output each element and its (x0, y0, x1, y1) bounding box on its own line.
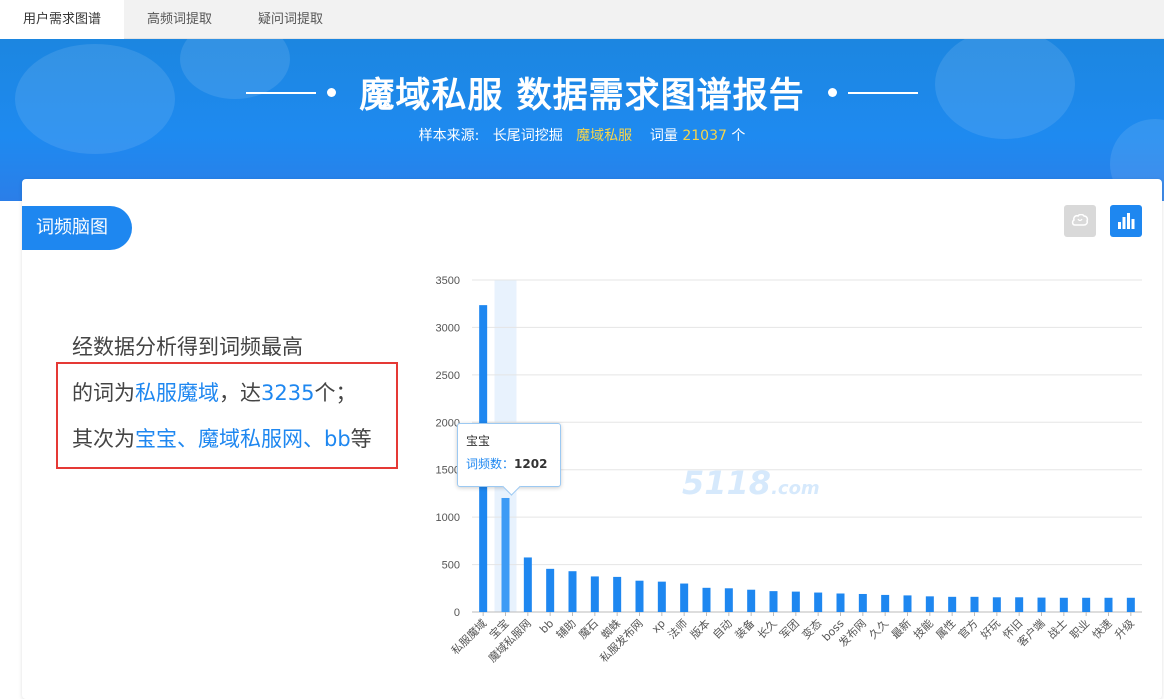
bar[interactable] (903, 595, 912, 612)
bar[interactable] (814, 592, 823, 612)
x-tick-label: 最新 (888, 616, 913, 641)
tab-bar: 用户需求图谱 高频词提取 疑问词提取 (0, 0, 1164, 39)
bar[interactable] (1059, 597, 1068, 612)
bar[interactable] (523, 557, 532, 612)
bar[interactable] (925, 596, 934, 612)
bar-chart-icon (1118, 213, 1135, 229)
bar[interactable] (546, 568, 555, 612)
bar[interactable] (836, 593, 845, 612)
x-tick-label: 职业 (1068, 617, 1093, 642)
bar[interactable] (1037, 597, 1046, 612)
bar[interactable] (657, 581, 666, 612)
x-tick-label: 装备 (732, 616, 757, 641)
report-banner: 魔域私服 数据需求图谱报告 样本来源: 长尾词挖掘 魔域私服 词量 21037 … (0, 39, 1164, 201)
bar[interactable] (769, 591, 778, 612)
y-tick-label: 3000 (436, 322, 460, 334)
title-decoration-left (246, 91, 317, 94)
bar-tooltip: 宝宝 词频数：1202 (457, 423, 561, 487)
bar[interactable] (747, 589, 756, 612)
tab-question-words[interactable]: 疑问词提取 (235, 0, 346, 39)
y-tick-label: 1000 (436, 512, 460, 524)
x-tick-label: 长久 (755, 617, 780, 642)
tab-user-demand-graph[interactable]: 用户需求图谱 (0, 0, 125, 39)
title-dot-left (327, 88, 337, 97)
watermark-suffix: .com (771, 478, 820, 499)
y-tick-label: 500 (442, 560, 460, 572)
x-tick-label: 技能 (910, 616, 935, 641)
brain-view-button[interactable] (1064, 205, 1096, 237)
page-title: 魔域私服 数据需求图谱报告 (359, 76, 805, 116)
x-tick-label: 军团 (777, 617, 802, 642)
title-decoration-right (847, 91, 918, 94)
tooltip-word: 宝宝 (466, 434, 491, 448)
x-tick-label: 法师 (665, 616, 690, 641)
x-tick-label: 好玩 (977, 616, 1002, 641)
bar[interactable] (1082, 597, 1091, 612)
bar[interactable] (568, 571, 577, 612)
bar[interactable] (501, 497, 510, 612)
bar[interactable] (702, 587, 711, 612)
x-tick-label: 变态 (799, 616, 824, 641)
x-tick-label: 版本 (687, 616, 712, 641)
count-value: 21037 (682, 128, 727, 144)
source-label: 样本来源: (418, 128, 480, 144)
x-tick-label: 魔石 (575, 616, 600, 641)
x-tick-label: 魔域私服网 (485, 616, 534, 665)
bar[interactable] (881, 594, 890, 612)
tooltip-value: 1202 (514, 457, 548, 471)
card-label: 词频脑图 (22, 206, 132, 250)
source-value: 长尾词挖掘 (492, 128, 563, 144)
title-dot-right (827, 88, 837, 97)
bar[interactable] (613, 576, 622, 612)
x-tick-label: 久久 (867, 617, 892, 642)
x-tick-label: 私服魔域 (448, 616, 489, 657)
y-tick-label: 2500 (436, 370, 460, 382)
watermark-text: 5118 (682, 464, 772, 502)
bar[interactable] (1104, 597, 1113, 612)
count-label: 词量 (649, 128, 678, 144)
banner-title-row: 魔域私服 数据需求图谱报告 (0, 67, 1164, 118)
bar[interactable] (1126, 597, 1135, 612)
bar-chart-view-button[interactable] (1110, 205, 1142, 237)
brain-icon (1071, 214, 1089, 226)
keyword-highlight: 魔域私服 (576, 128, 633, 144)
bar[interactable] (858, 593, 867, 612)
x-tick-label: 官方 (955, 616, 980, 641)
x-tick-label: 升级 (1112, 617, 1137, 642)
word-frequency-card: 词频脑图 经数据分析得到词频最高 的词为私服魔域，达3235个； 其次为宝宝、魔… (22, 179, 1162, 699)
bar[interactable] (791, 591, 800, 612)
bar[interactable] (635, 580, 644, 612)
bar[interactable] (992, 597, 1001, 612)
bar[interactable] (590, 576, 599, 612)
bar[interactable] (1015, 597, 1024, 612)
bar[interactable] (724, 588, 733, 612)
x-tick-label: 属性 (933, 616, 958, 641)
watermark-logo: 5118.com (682, 464, 820, 502)
bar[interactable] (680, 583, 689, 612)
x-tick-label: 私服发布网 (597, 616, 646, 665)
y-tick-label: 0 (454, 607, 460, 619)
y-tick-label: 3500 (436, 275, 460, 287)
bar[interactable] (970, 596, 979, 612)
tooltip-value-row: 词频数：1202 (466, 455, 552, 472)
x-tick-label: 自动 (710, 617, 735, 642)
x-tick-label: 战士 (1045, 617, 1070, 642)
banner-subtitle: 样本来源: 长尾词挖掘 魔域私服 词量 21037 个 (0, 125, 1164, 145)
count-unit: 个 (731, 128, 746, 144)
tooltip-label: 词频数： (466, 457, 515, 471)
highlight-box (56, 362, 398, 469)
x-tick-label: 快速 (1090, 617, 1115, 642)
tab-high-frequency-words[interactable]: 高频词提取 (124, 0, 235, 39)
bar[interactable] (948, 596, 957, 612)
x-tick-label: 辅助 (553, 616, 578, 641)
